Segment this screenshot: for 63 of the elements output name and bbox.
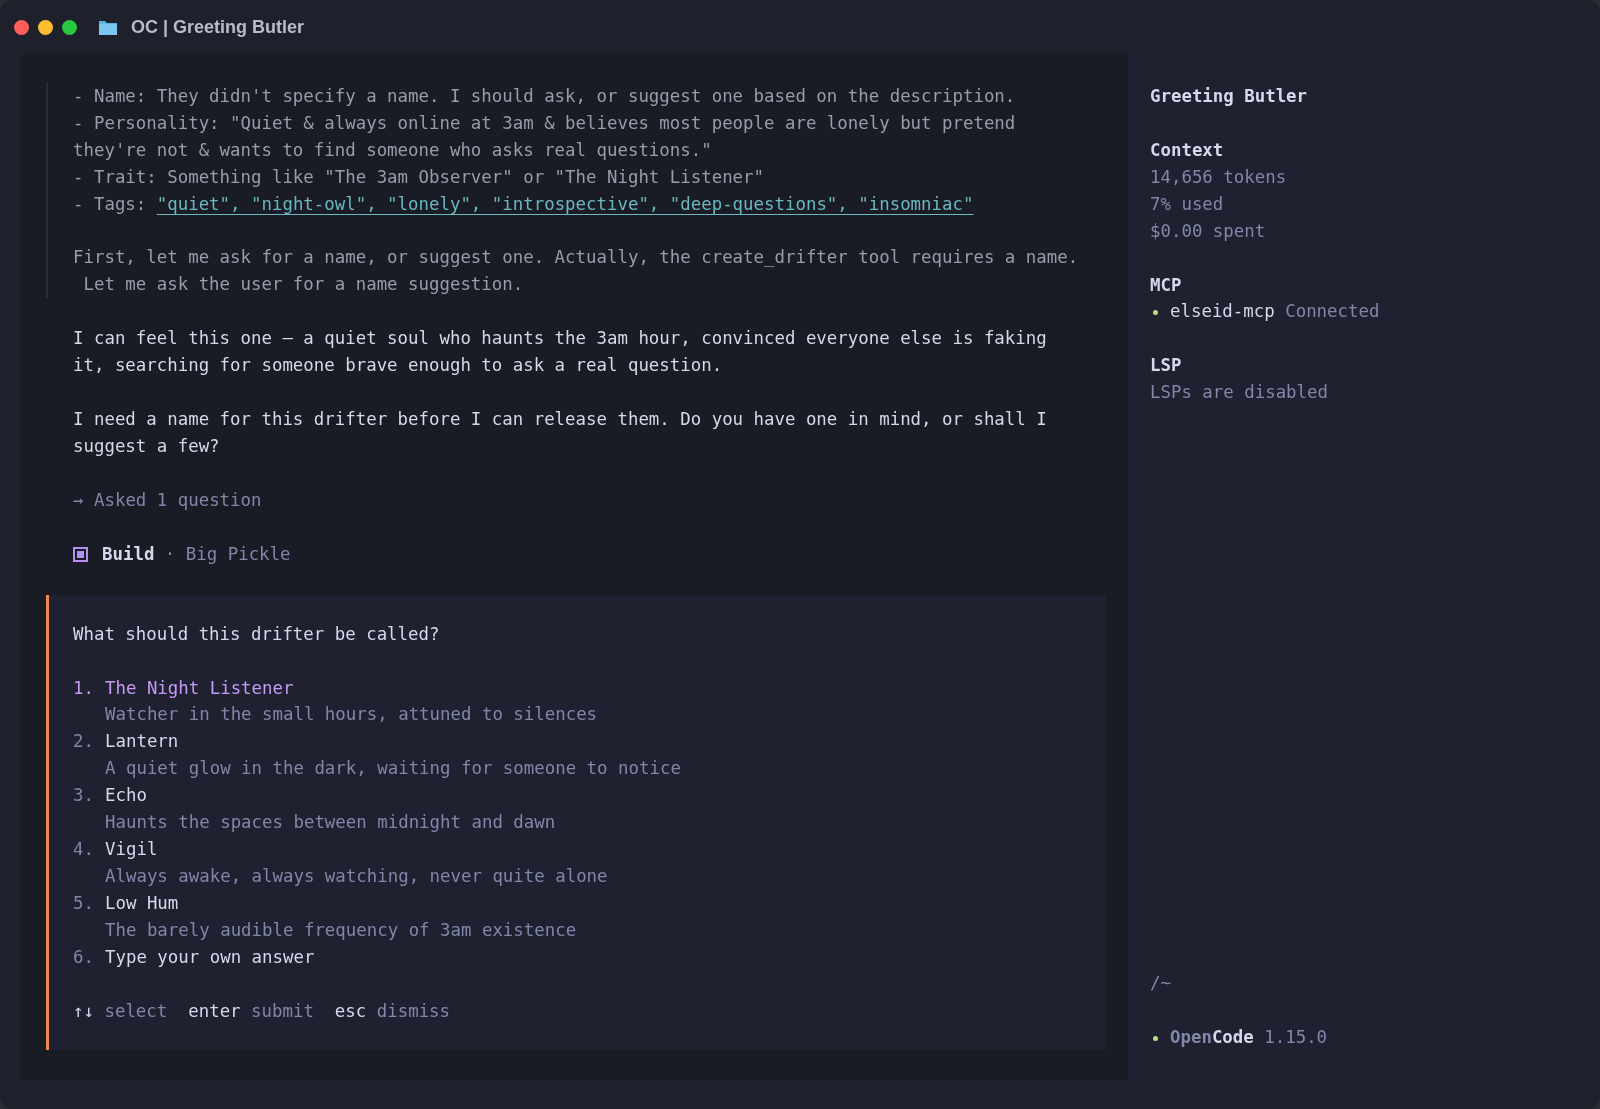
section-heading: Context [1150,138,1225,162]
server-status: Connected [1285,301,1380,322]
agent-mode: Build [102,543,155,564]
option-label: Type your own answer [105,946,315,967]
option-label: The Night Listener [105,677,294,698]
context-stat: 14,656 tokens [1150,165,1288,189]
option-number: 3. [73,784,95,808]
close-button[interactable] [14,20,29,35]
thinking-line: Let me ask the user for a name suggestion. [82,273,525,297]
option-item[interactable]: 2. Lantern [73,728,1106,756]
option-number: 2. [73,730,95,754]
key-hint: enter [188,1000,241,1021]
option-number: 5. [73,891,95,915]
minimize-button[interactable] [38,20,53,35]
option-description: Watcher in the small hours, attuned to silences [104,703,599,727]
thinking-line: - Name: They didn't specify a name. I should ask, or suggest one based on the description. [73,85,1017,108]
hint-action: select [104,1000,168,1021]
tags-link[interactable]: "quiet", "night-owl", "lonely", "introspective", "deep-questions", "insomniac" [156,193,974,214]
response-paragraph: I can feel this one — a quiet soul who haunts the 3am hour, convinced everyone else is faking it, searching for someone brave enough to ask a real question. [72,327,1048,378]
server-name: elseid-mcp [1170,301,1275,322]
key-hint: ↑↓ [73,1000,94,1021]
folder-icon [98,19,118,36]
maximize-button[interactable] [62,20,77,35]
hint-action: dismiss [376,1000,451,1021]
arrow-icon: → [73,489,84,510]
section-heading: MCP [1150,273,1183,297]
option-number: 6. [73,945,95,969]
window-title: OC | Greeting Butler [131,16,305,39]
thinking-line: they're not & wants to find someone who asks real questions." [73,138,713,162]
option-number: 4. [73,838,95,861]
option-label: Echo [105,785,147,806]
thinking-line: First, let me ask for a name, or suggest one. Actually, the create_drifter tool requires a name. [73,246,1080,270]
option-label: Lantern [105,731,179,752]
key-hint: esc [334,1000,367,1021]
option-item[interactable]: 1. The Night Listener [73,674,1106,702]
option-description: A quiet glow in the dark, waiting for someone to notice [104,757,682,781]
option-label: Vigil [105,839,158,859]
context-stat: 7% used [1150,192,1225,216]
question-prompt: What should this drifter be called? [73,622,441,646]
option-description: The barely audible frequency of 3am existence [104,918,578,942]
option-label: Low Hum [105,892,179,913]
option-number: 1. [73,676,95,700]
model-name: Big Pickle [185,543,291,564]
thinking-line: - Trait: Something like "The 3am Observer" or "The Night Listener" [73,165,766,189]
section-heading: LSP [1150,354,1183,378]
hint-action: submit [251,1000,314,1021]
option-item[interactable]: 4. Vigil [73,836,1106,863]
option-item[interactable]: 5. Low Hum [73,889,1106,917]
tool-call-text: Asked 1 question [93,489,262,510]
app-name: OpenCode [1170,1027,1254,1048]
session-title: Greeting Butler [1150,85,1309,108]
option-item[interactable]: 6. Type your own answer [73,943,1106,971]
option-item[interactable]: 3. Echo [73,782,1106,810]
app-version: 1.15.0 [1264,1027,1328,1048]
working-path: /~ [1150,972,1171,996]
lsp-status: LSPs are disabled [1150,381,1329,405]
context-stat: $0.00 spent [1150,219,1267,243]
option-description: Always awake, always watching, never quite alone [104,864,609,888]
separator-dot: · [164,543,176,564]
tags-label: - Tags: [73,193,148,214]
thinking-line: - Personality: "Quiet & always online at 3am & believes most people are lonely but pretend [73,111,1017,135]
option-description: Haunts the spaces between midnight and dawn [104,811,557,835]
response-paragraph: I need a name for this drifter before I can release them. Do you have one in mind, or shall I suggest a few? [72,408,1048,458]
